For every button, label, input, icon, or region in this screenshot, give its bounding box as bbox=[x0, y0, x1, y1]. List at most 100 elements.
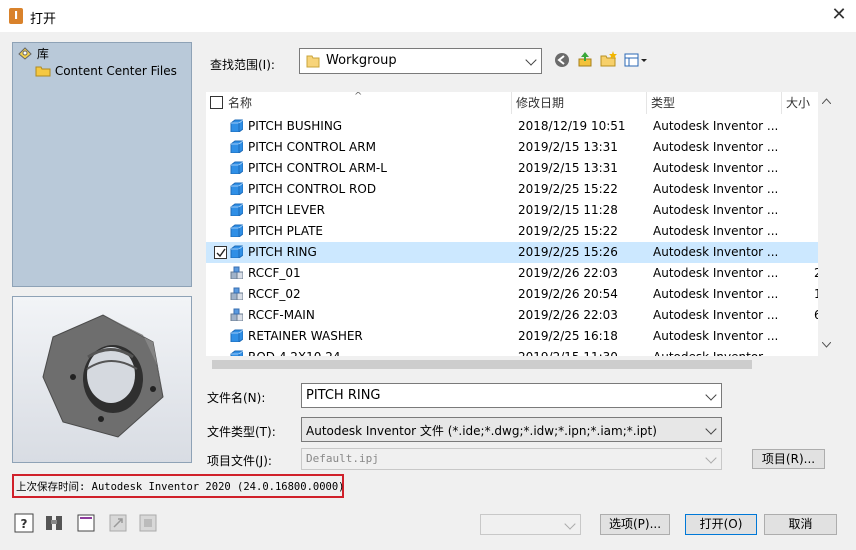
file-type: Autodesk Inventor ... bbox=[653, 182, 779, 196]
file-date: 2019/2/15 13:31 bbox=[518, 161, 618, 175]
column-header-name[interactable]: 名称 ^ bbox=[206, 92, 512, 114]
library-item-label: Content Center Files bbox=[54, 64, 177, 78]
file-row[interactable]: PITCH LEVER 2019/2/15 11:28 Autodesk Inven… bbox=[206, 200, 818, 221]
file-date: 2019/2/15 11:28 bbox=[518, 203, 618, 217]
file-name: PITCH RING bbox=[248, 245, 317, 259]
filetype-select[interactable]: Autodesk Inventor 文件 (*.ide;*.dwg;*.idw;… bbox=[301, 417, 722, 442]
filename-label: 文件名(N): bbox=[207, 391, 266, 405]
part-icon bbox=[230, 119, 243, 132]
file-date: 2019/2/25 15:26 bbox=[518, 245, 618, 259]
file-type: Autodesk Inventor ... bbox=[653, 203, 779, 217]
help-icon[interactable]: ? bbox=[14, 513, 34, 533]
file-date: 2019/2/26 22:03 bbox=[518, 308, 618, 322]
file-date: 2019/2/25 16:18 bbox=[518, 329, 618, 343]
filetype-value: Autodesk Inventor 文件 (*.ide;*.dwg;*.idw;… bbox=[306, 424, 657, 438]
select-all-checkbox[interactable] bbox=[210, 96, 223, 109]
scroll-down-icon[interactable] bbox=[822, 342, 831, 348]
file-name: PITCH CONTROL ARM bbox=[248, 140, 376, 154]
filetype-label: 文件类型(T): bbox=[207, 425, 276, 439]
lookin-value: Workgroup bbox=[326, 53, 397, 68]
inventor-app-icon: I bbox=[9, 8, 23, 24]
part-preview-image bbox=[13, 297, 191, 462]
part-icon bbox=[230, 224, 243, 237]
tool-disabled-icon-2 bbox=[139, 514, 157, 532]
find-icon[interactable] bbox=[44, 513, 64, 533]
file-row[interactable]: ROD 4 2X10 242019/2/15 11:30Autodesk Inv… bbox=[206, 347, 818, 356]
status-box: 上次保存时间: Autodesk Inventor 2020 (24.0.168… bbox=[12, 474, 345, 498]
file-list[interactable]: 名称 ^ 修改日期 类型 大小 PITCH BUSHING 2018/12/19 … bbox=[206, 92, 818, 356]
file-row[interactable]: RCCF_01 2019/2/26 22:03 Autodesk Inventor … bbox=[206, 263, 818, 284]
file-row[interactable]: PITCH CONTROL ROD 2019/2/25 15:22 Autodesk… bbox=[206, 179, 818, 200]
open-button[interactable]: 打开(O) bbox=[685, 514, 757, 535]
file-row[interactable]: RCCF_02 2019/2/26 20:54 Autodesk Inventor … bbox=[206, 284, 818, 305]
part-icon bbox=[230, 182, 243, 195]
file-date: 2019/2/26 22:03 bbox=[518, 266, 618, 280]
chevron-down-icon bbox=[564, 518, 576, 530]
up-folder-icon[interactable] bbox=[576, 50, 594, 68]
part-icon bbox=[230, 245, 243, 258]
file-name: PITCH BUSHING bbox=[248, 119, 343, 133]
file-type: Autodesk Inventor ... bbox=[653, 161, 779, 175]
cancel-button[interactable]: 取消 bbox=[764, 514, 837, 535]
column-header-type[interactable]: 类型 bbox=[647, 92, 782, 114]
file-date: 2019/2/26 20:54 bbox=[518, 287, 618, 301]
file-row[interactable]: RETAINER WASHER 2019/2/25 16:18 Autodesk I… bbox=[206, 326, 818, 347]
svg-text:?: ? bbox=[21, 517, 28, 531]
tool-disabled-icon-1 bbox=[109, 514, 127, 532]
chevron-down-icon bbox=[705, 423, 717, 435]
file-row[interactable]: PITCH CONTROL ARM 2019/2/15 13:31 Autodesk… bbox=[206, 137, 818, 158]
library-root[interactable]: 库 bbox=[17, 45, 49, 62]
library-icon bbox=[18, 47, 32, 60]
view-menu-icon[interactable] bbox=[624, 52, 650, 68]
preview-pane bbox=[12, 296, 192, 463]
folder-icon bbox=[35, 66, 51, 77]
part-icon bbox=[230, 161, 243, 174]
horizontal-scrollbar[interactable] bbox=[206, 356, 818, 373]
assembly-icon bbox=[230, 266, 243, 279]
file-name: RCCF-MAIN bbox=[248, 308, 315, 322]
file-row[interactable]: RCCF-MAIN 2019/2/26 22:03 Autodesk Invento… bbox=[206, 305, 818, 326]
properties-icon[interactable] bbox=[76, 513, 96, 533]
part-icon bbox=[230, 203, 243, 216]
title-bar bbox=[0, 0, 856, 32]
file-row[interactable]: PITCH CONTROL ARM-L 2019/2/15 13:31 Autode… bbox=[206, 158, 818, 179]
scroll-up-icon[interactable] bbox=[822, 98, 831, 104]
assembly-icon bbox=[230, 287, 243, 300]
folder-icon bbox=[306, 55, 320, 68]
filename-input[interactable]: PITCH RING bbox=[301, 383, 722, 408]
file-date: 2019/2/25 15:22 bbox=[518, 182, 618, 196]
row-checkbox[interactable] bbox=[214, 246, 227, 259]
chevron-down-icon bbox=[705, 452, 717, 464]
column-header-name-label: 名称 bbox=[228, 96, 253, 110]
part-icon bbox=[230, 140, 243, 153]
new-folder-icon[interactable] bbox=[600, 50, 618, 68]
library-item-content-center[interactable]: Content Center Files bbox=[35, 64, 177, 78]
file-row[interactable]: PITCH RING 2019/2/25 15:26 Autodesk Invent… bbox=[206, 242, 818, 263]
lookin-combo[interactable]: Workgroup bbox=[299, 48, 542, 74]
column-header-size[interactable]: 大小 bbox=[782, 92, 818, 114]
chevron-down-icon bbox=[705, 389, 717, 401]
assembly-icon bbox=[230, 308, 243, 321]
file-name: RCCF_01 bbox=[248, 266, 301, 280]
vertical-scrollbar[interactable] bbox=[818, 92, 835, 356]
project-select: Default.ipj bbox=[301, 448, 722, 470]
project-value: Default.ipj bbox=[306, 452, 379, 465]
options-button[interactable]: 选项(P)... bbox=[600, 514, 670, 535]
file-type: Autodesk Inventor ... bbox=[653, 140, 779, 154]
file-type: Autodesk Inventor ... bbox=[653, 266, 779, 280]
file-name: PITCH CONTROL ROD bbox=[248, 182, 377, 196]
file-row[interactable]: PITCH PLATE 2019/2/25 15:22 Autodesk Inven… bbox=[206, 221, 818, 242]
close-icon[interactable]: ✕ bbox=[828, 4, 850, 26]
project-label: 项目文件(J): bbox=[207, 454, 272, 468]
file-type: Autodesk Inventor ... bbox=[653, 287, 779, 301]
horizontal-scroll-thumb[interactable] bbox=[212, 360, 752, 369]
file-row[interactable]: PITCH BUSHING 2018/12/19 10:51 Autodesk In… bbox=[206, 116, 818, 137]
file-date: 2019/2/15 13:31 bbox=[518, 140, 618, 154]
project-button[interactable]: 项目(R)... bbox=[752, 449, 825, 469]
file-name: PITCH LEVER bbox=[248, 203, 326, 217]
file-type: Autodesk Inventor ... bbox=[653, 308, 779, 322]
sort-ascending-icon: ^ bbox=[354, 92, 363, 102]
back-icon[interactable] bbox=[554, 52, 570, 68]
file-name: RETAINER WASHER bbox=[248, 329, 363, 343]
column-header-date[interactable]: 修改日期 bbox=[512, 92, 647, 114]
